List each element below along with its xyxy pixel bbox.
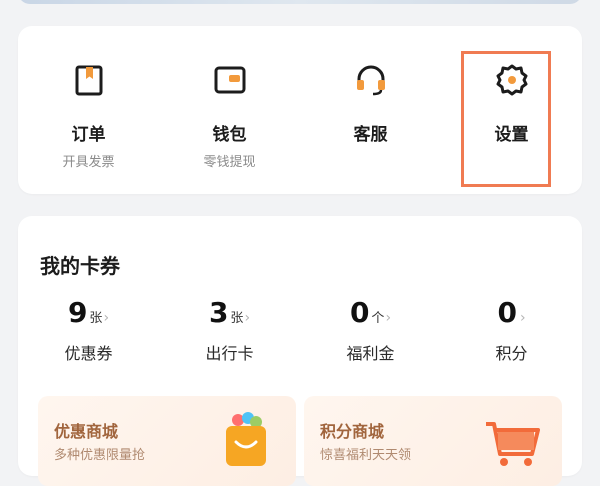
chevron-right-icon: › [385, 310, 392, 326]
coupons-title: 我的卡券 [40, 254, 120, 278]
bonus-unit: 个 [371, 311, 385, 326]
points-mall-subtitle: 惊喜福利天天领 [320, 448, 412, 463]
wallet-sublabel: 零钱提现 [203, 155, 256, 170]
shopping-cart-icon [482, 410, 542, 470]
shopping-bag-icon [216, 410, 276, 470]
customer-service-button[interactable]: 客服 [300, 26, 441, 194]
headset-icon [353, 62, 389, 98]
order-label: 订单 [71, 125, 106, 145]
discount-mall-title: 优惠商城 [54, 422, 119, 441]
top-banner [18, 0, 582, 4]
chevron-right-icon: › [103, 310, 110, 326]
coupon-unit: 张 [89, 311, 103, 326]
wallet-button[interactable]: 钱包 零钱提现 [159, 26, 300, 194]
order-button[interactable]: 订单 开具发票 [18, 26, 159, 194]
points-mall-title: 积分商城 [320, 422, 385, 441]
order-sublabel: 开具发票 [62, 155, 115, 170]
coupon-stat[interactable]: 9 张› 优惠券 [18, 296, 159, 364]
coupon-label: 优惠券 [64, 344, 113, 363]
travel-card-label: 出行卡 [205, 344, 254, 363]
chevron-right-icon: › [519, 310, 526, 326]
bonus-stat[interactable]: 0 个› 福利金 [300, 296, 441, 364]
customer-service-label: 客服 [353, 125, 388, 145]
points-stat[interactable]: 0 › 积分 [441, 296, 582, 364]
coupon-count: 9 [67, 296, 88, 329]
points-count: 0 [497, 296, 517, 329]
coupons-card: 我的卡券 9 张› 优惠券 3 张› 出行卡 0 个› 福利金 0 › 积分 优惠商城 … [18, 216, 582, 486]
discount-mall-subtitle: 多种优惠限量抢 [54, 448, 146, 463]
bonus-label: 福利金 [346, 344, 395, 363]
travel-card-count: 3 [208, 296, 229, 329]
chevron-right-icon: › [244, 310, 251, 326]
travel-card-stat[interactable]: 3 张› 出行卡 [159, 296, 300, 364]
points-label: 积分 [495, 344, 528, 363]
travel-card-unit: 张 [230, 311, 244, 326]
points-mall-banner[interactable]: 积分商城 惊喜福利天天领 [304, 396, 562, 486]
bonus-count: 0 [349, 296, 370, 329]
settings-highlight-box [461, 51, 551, 187]
wallet-icon [212, 62, 248, 98]
order-icon [71, 62, 107, 98]
discount-mall-banner[interactable]: 优惠商城 多种优惠限量抢 [38, 396, 296, 486]
wallet-label: 钱包 [212, 125, 247, 145]
